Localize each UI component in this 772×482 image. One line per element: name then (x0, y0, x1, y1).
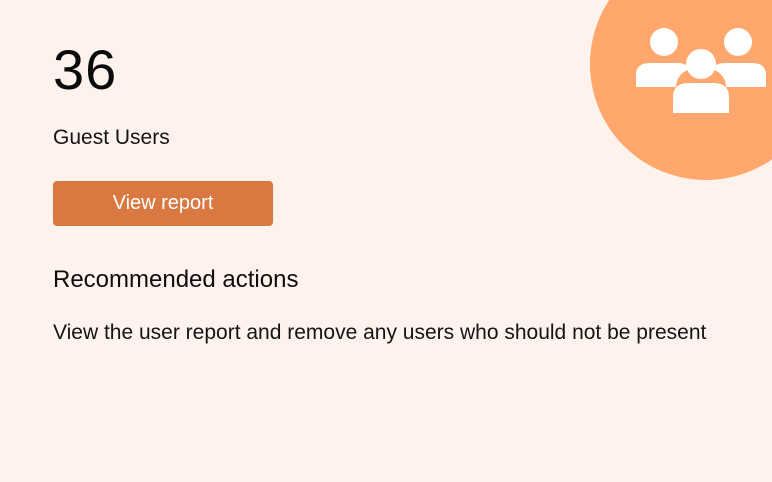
users-group-icon (636, 28, 766, 113)
guest-users-card: 36 Guest Users View report Recommended a… (0, 0, 772, 482)
recommended-actions-heading: Recommended actions (53, 266, 299, 293)
guest-user-count: 36 (53, 38, 118, 101)
view-report-button[interactable]: View report (53, 181, 273, 226)
recommended-actions-text: View the user report and remove any user… (53, 321, 707, 344)
card-subtitle: Guest Users (53, 126, 170, 149)
